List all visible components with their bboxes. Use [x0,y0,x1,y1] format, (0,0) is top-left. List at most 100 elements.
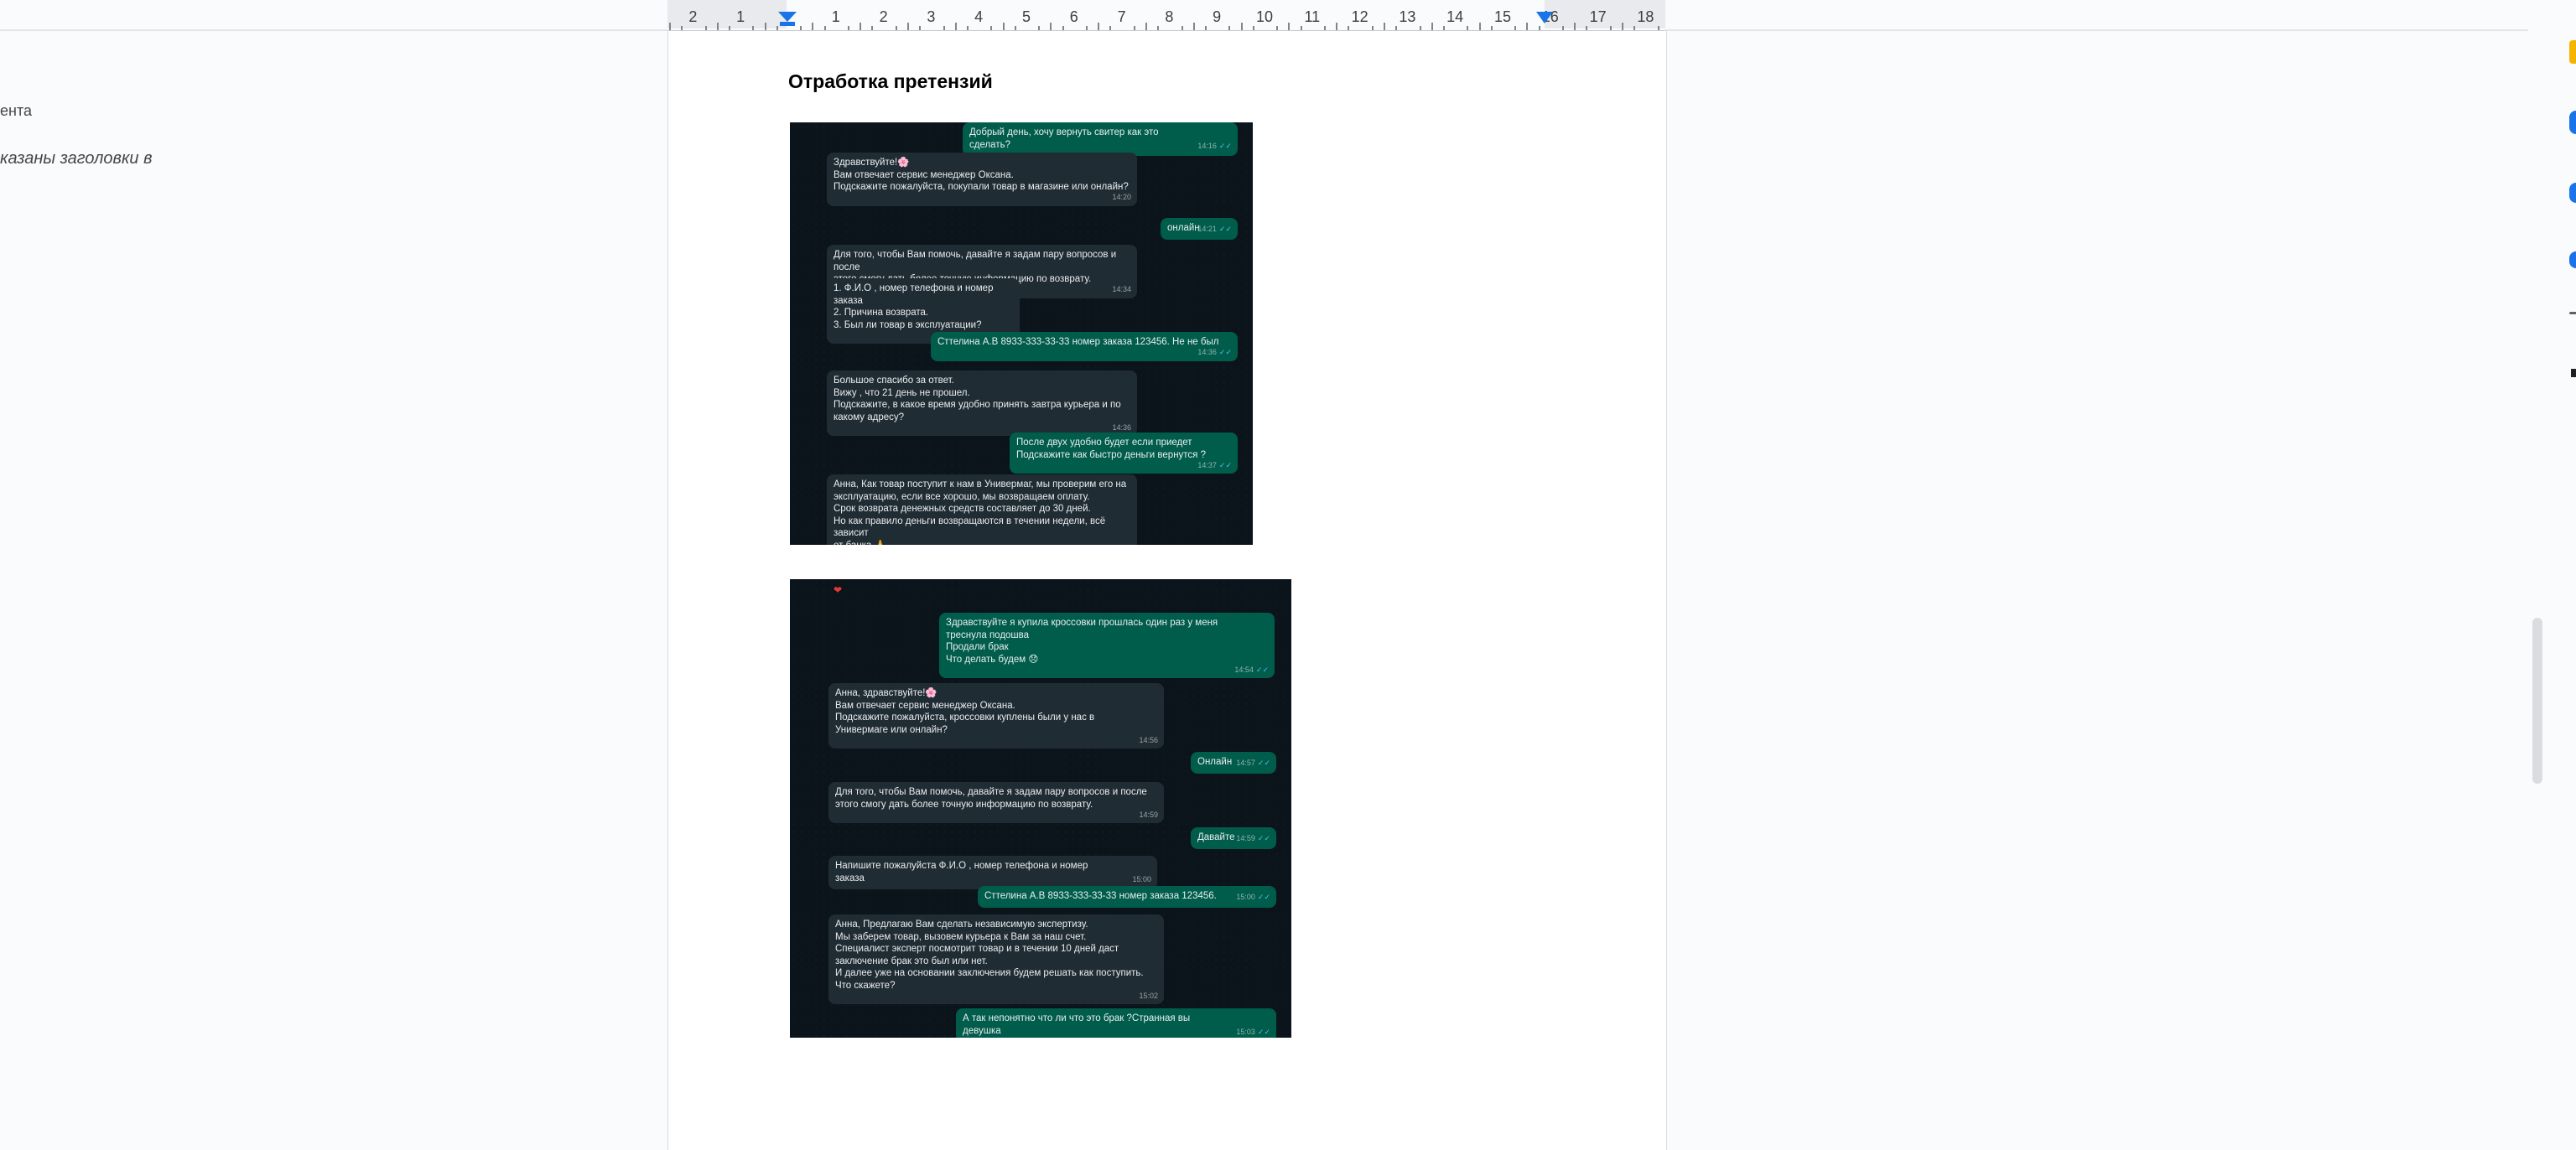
ruler-tick [943,26,945,30]
message-text: Здравствуйте!🌸 Вам отвечает сервис менед… [834,158,1129,192]
message-time: 14:16 ✓✓ [1197,141,1232,150]
ruler-tick [1181,26,1183,30]
ruler-tick [1657,26,1659,30]
ruler-tick [919,26,922,30]
message-text: Анна, здравствуйте!🌸 Вам отвечает сервис… [835,688,1095,735]
message-time: 15:02 [1139,991,1158,1000]
incoming-message: Для того, чтобы Вам помочь, давайте я за… [828,782,1164,823]
keep-icon[interactable] [2569,40,2576,64]
ruler-tick [1145,23,1147,30]
ruler-tick [1526,23,1529,30]
ruler-tick [1300,26,1302,30]
message-time: 15:00 [1132,874,1151,883]
ruler-tick [1324,26,1326,30]
ruler-tick [1240,23,1243,30]
message-text: А так непонятно что ли что это брак ?Стр… [963,1013,1191,1036]
ruler-number: 13 [1399,8,1416,25]
read-check-icon: ✓✓ [1218,460,1232,469]
ruler-tick [681,26,683,30]
read-check-icon: ✓✓ [1255,665,1269,674]
ruler-tick [1336,23,1338,30]
message-text: Давайте [1197,832,1235,842]
vertical-scrollbar-thumb[interactable] [2532,618,2542,784]
ruler-number: 1 [831,8,840,25]
message-time: 14:59 ✓✓ [1236,834,1270,842]
ruler-tick [1443,26,1445,30]
ruler-tick [1348,26,1350,30]
ruler-tick [1038,26,1041,30]
ruler-number: 2 [688,8,698,25]
message-text: Сттелина А.В 8933-333-33-33 номер заказа… [937,337,1219,347]
ruler-number: 9 [1213,8,1222,25]
ruler-tick [967,26,969,30]
ruler-tick [1014,26,1016,30]
ruler-tick [1490,26,1493,30]
message-time: 14:37 ✓✓ [1197,460,1232,469]
first-line-indent-handle[interactable] [778,12,797,22]
incoming-message: Анна, Как товар поступит к нам в Универм… [827,474,1137,545]
divider-icon [2569,312,2576,314]
outgoing-message: Сттелина А.В 8933-333-33-33 номер заказа… [978,886,1276,908]
add-addon-icon[interactable] [2571,369,2576,377]
chat-screenshot-1[interactable]: Добрый день, хочу вернуть свитер как это… [790,122,1253,545]
ruler-tick [1002,23,1005,30]
outgoing-message: Здравствуйте я купила кроссовки прошлась… [939,613,1275,678]
ruler-tick [729,26,730,30]
message-time: 15:00 ✓✓ [1236,893,1270,901]
outline-item[interactable]: ента [0,102,32,120]
message-time: 14:21 ✓✓ [1197,225,1232,233]
outgoing-message: Добрый день, хочу вернуть свитер как это… [963,122,1238,156]
read-check-icon: ✓✓ [1218,225,1232,233]
ruler-tick [1586,26,1588,30]
message-text: Онлайн [1197,757,1233,767]
message-time: 14:34 [1112,285,1131,293]
ruler-number: 1 [736,8,745,25]
ruler-tick [764,23,766,30]
ruler-tick [895,26,897,30]
heart-reaction-icon: ❤ [834,584,843,596]
left-indent-handle[interactable] [780,22,795,26]
ruler-number: 15 [1493,8,1512,25]
message-time: 14:20 [1112,193,1131,201]
ruler-tick [800,26,802,30]
ruler-tick [1419,26,1421,30]
ruler-tick [1086,26,1088,30]
ruler-number: 11 [1304,8,1321,25]
calendar-icon[interactable] [2569,111,2576,134]
ruler-tick [1431,23,1433,30]
ruler-left-margin [667,0,787,28]
read-check-icon: ✓✓ [1257,759,1270,767]
outgoing-message: Сттелина А.В 8933-333-33-33 номер заказа… [931,332,1238,361]
contacts-icon[interactable] [2569,251,2576,268]
read-check-icon: ✓✓ [1218,348,1232,356]
ruler-tick [871,26,874,30]
ruler-tick [704,26,707,30]
ruler-tick [1514,26,1517,30]
ruler-tick [848,26,849,30]
incoming-message: Анна, здравствуйте!🌸 Вам отвечает сервис… [828,683,1164,749]
outgoing-message: Давайте 14:59 ✓✓ [1191,827,1276,849]
ruler-tick [907,23,909,30]
tasks-icon[interactable] [2569,183,2576,203]
message-time: 14:59 [1139,810,1158,819]
read-check-icon: ✓✓ [1257,893,1270,901]
ruler-tick [1395,26,1398,30]
ruler-tick [812,23,814,30]
incoming-message: Напишите пожалуйста Ф.И.О , номер телефо… [828,856,1157,889]
document-heading[interactable]: Отработка претензий [788,70,993,93]
ruler-tick [1622,23,1623,30]
message-text: Добрый день, хочу вернуть свитер как это… [969,127,1159,150]
ruler-tick [1192,23,1195,30]
ruler-tick [1062,26,1064,30]
message-time: 14:57 ✓✓ [1236,759,1270,767]
ruler-tick [1050,23,1052,30]
chat-screenshot-2[interactable]: ❤ Здравствуйте я купила кроссовки прошла… [790,579,1291,1038]
ruler-tick [1276,26,1279,30]
ruler-tick [1633,26,1636,30]
right-indent-handle[interactable] [1536,12,1553,23]
message-text: Анна, Как товар поступит к нам в Универм… [834,479,1127,545]
message-time: 14:36 ✓✓ [1197,348,1232,356]
ruler-number: 18 [1637,8,1654,25]
ruler-tick [1478,23,1481,30]
horizontal-ruler[interactable]: 2 1 1 2 3 4 5 6 7 8 9 10 11 12 13 14 15 16 17 18 [667,0,1665,32]
